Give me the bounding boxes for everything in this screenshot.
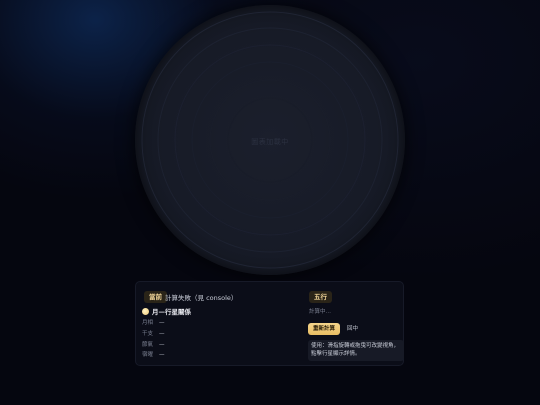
current-tag: 當前 (144, 291, 167, 303)
usage-note: 使用：滑指旋轉或拖曳可改變視角，點擊行星顯示詳情。 (308, 340, 404, 361)
app-stage: 圖表加載中 當前 計算失敗（見 console） 月—行星關係 月相 — 干支 — … (0, 0, 540, 405)
wuxing-status-text: 計算中… (309, 309, 332, 315)
field-value: — (159, 320, 165, 326)
field-label: 宿曜 (142, 352, 154, 358)
field-lunar-mansion: 宿曜 — (142, 350, 165, 358)
chart-placeholder-text: 圖表加載中 (251, 138, 289, 146)
field-value: — (159, 342, 165, 348)
field-ganzhi: 干支 — (142, 329, 165, 337)
moon-planet-header: 月—行星關係 (142, 306, 191, 316)
info-panel: 當前 計算失敗（見 console） 月—行星關係 月相 — 干支 — 節氣 — 宿曜… (135, 281, 404, 366)
field-label: 節氣 (142, 342, 154, 348)
field-moon-phase: 月相 — (142, 318, 165, 326)
recenter-button[interactable]: 回中 (343, 323, 362, 335)
moon-planet-title: 月—行星關係 (152, 308, 191, 316)
field-label: 干支 (142, 331, 154, 337)
wuxing-tag: 五行 (309, 291, 332, 303)
astro-chart-disc[interactable]: 圖表加載中 (135, 5, 405, 275)
field-value: — (159, 352, 165, 358)
status-text: 計算失敗（見 console） (165, 294, 238, 302)
moon-icon (142, 307, 149, 315)
recalculate-button[interactable]: 重新計算 (308, 323, 341, 335)
field-solar-term: 節氣 — (142, 340, 165, 348)
field-value: — (159, 331, 165, 337)
field-label: 月相 (142, 320, 154, 326)
